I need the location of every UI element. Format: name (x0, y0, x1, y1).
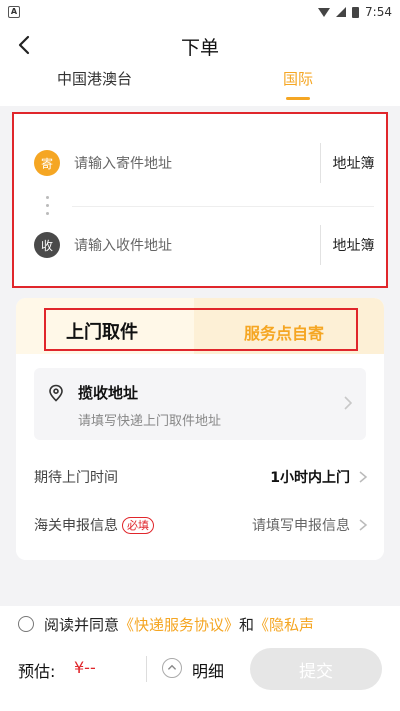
battery-icon (352, 6, 360, 18)
agreement-radio[interactable] (18, 616, 34, 632)
pickup-address-placeholder: 请填写快递上门取件地址 (78, 414, 222, 429)
price-detail-button[interactable]: 明细 (192, 658, 224, 682)
privacy-policy-link[interactable]: 《隐私声 (254, 614, 314, 635)
signal-icon (336, 7, 347, 17)
pickup-time-row[interactable]: 期待上门时间 1小时内上门 (34, 462, 368, 492)
customs-declaration-label: 海关申报信息 (34, 518, 118, 534)
sender-address-book-button[interactable]: 地址簿 (320, 143, 386, 183)
agreement-row: 阅读并同意 《快递服务协议》 和 《隐私声 (0, 606, 400, 642)
sender-address-row[interactable]: 寄 请输入寄件地址 地址簿 (34, 143, 386, 183)
address-card: 寄 请输入寄件地址 地址簿 收 请输入收件地址 地址簿 (12, 112, 388, 288)
chevron-up-icon[interactable] (162, 658, 182, 678)
estimate-price: ¥-- (74, 658, 96, 677)
pickup-address-title: 揽收地址 (78, 384, 139, 402)
agreement-and: 和 (239, 615, 255, 634)
chevron-right-icon (359, 519, 368, 531)
status-icons: 7:54 (318, 5, 392, 19)
pickup-time-value: 1小时内上门 (270, 470, 350, 486)
estimate-label: 预估: (18, 662, 56, 681)
tab-domestic-hk-mo-tw[interactable]: 中国港澳台 (57, 68, 132, 89)
required-tag: 必填 (122, 516, 154, 534)
customs-declaration-row[interactable]: 海关申报信息 必填 请填写申报信息 (34, 510, 368, 540)
receiver-badge: 收 (34, 232, 60, 258)
service-agreement-link[interactable]: 《快递服务协议》 (119, 614, 239, 635)
order-footer: 预估: ¥-- 明细 提交 (0, 642, 400, 711)
tab-self-dropoff[interactable]: 服务点自寄 (244, 320, 324, 344)
region-tabs: 中国港澳台 国际 (0, 62, 400, 106)
location-pin-icon (49, 384, 63, 402)
agreement-prefix: 阅读并同意 (44, 615, 120, 634)
chevron-right-icon (359, 471, 368, 483)
receiver-address-row[interactable]: 收 请输入收件地址 地址簿 (34, 225, 386, 265)
status-bar: A 7:54 (0, 0, 400, 24)
notification-icon: A (8, 6, 20, 18)
pickup-time-label: 期待上门时间 (34, 470, 118, 486)
customs-declaration-value: 请填写申报信息 (252, 518, 350, 534)
service-tabs-highlight: 上门取件 服务点自寄 (44, 308, 358, 351)
tab-door-pickup[interactable]: 上门取件 (66, 318, 138, 344)
page-title: 下单 (180, 37, 219, 59)
divider (146, 656, 147, 682)
service-body: 揽收地址 请填写快递上门取件地址 期待上门时间 1小时内上门 海关申报信息 必填… (16, 354, 384, 560)
service-card: 上门取件 服务点自寄 揽收地址 请填写快递上门取件地址 期待上门时间 1小时内上… (16, 298, 384, 560)
wifi-icon (318, 7, 331, 17)
connector-dots (46, 196, 49, 220)
divider (72, 206, 374, 207)
sender-badge: 寄 (34, 150, 60, 176)
status-time: 7:54 (365, 5, 392, 19)
tab-international[interactable]: 国际 (283, 68, 313, 100)
submit-button[interactable]: 提交 (250, 648, 382, 690)
pickup-address-field[interactable]: 揽收地址 请填写快递上门取件地址 (34, 368, 366, 440)
service-tabs: 上门取件 服务点自寄 (16, 298, 384, 354)
receiver-address-book-button[interactable]: 地址簿 (320, 225, 386, 265)
chevron-right-icon (344, 396, 353, 410)
